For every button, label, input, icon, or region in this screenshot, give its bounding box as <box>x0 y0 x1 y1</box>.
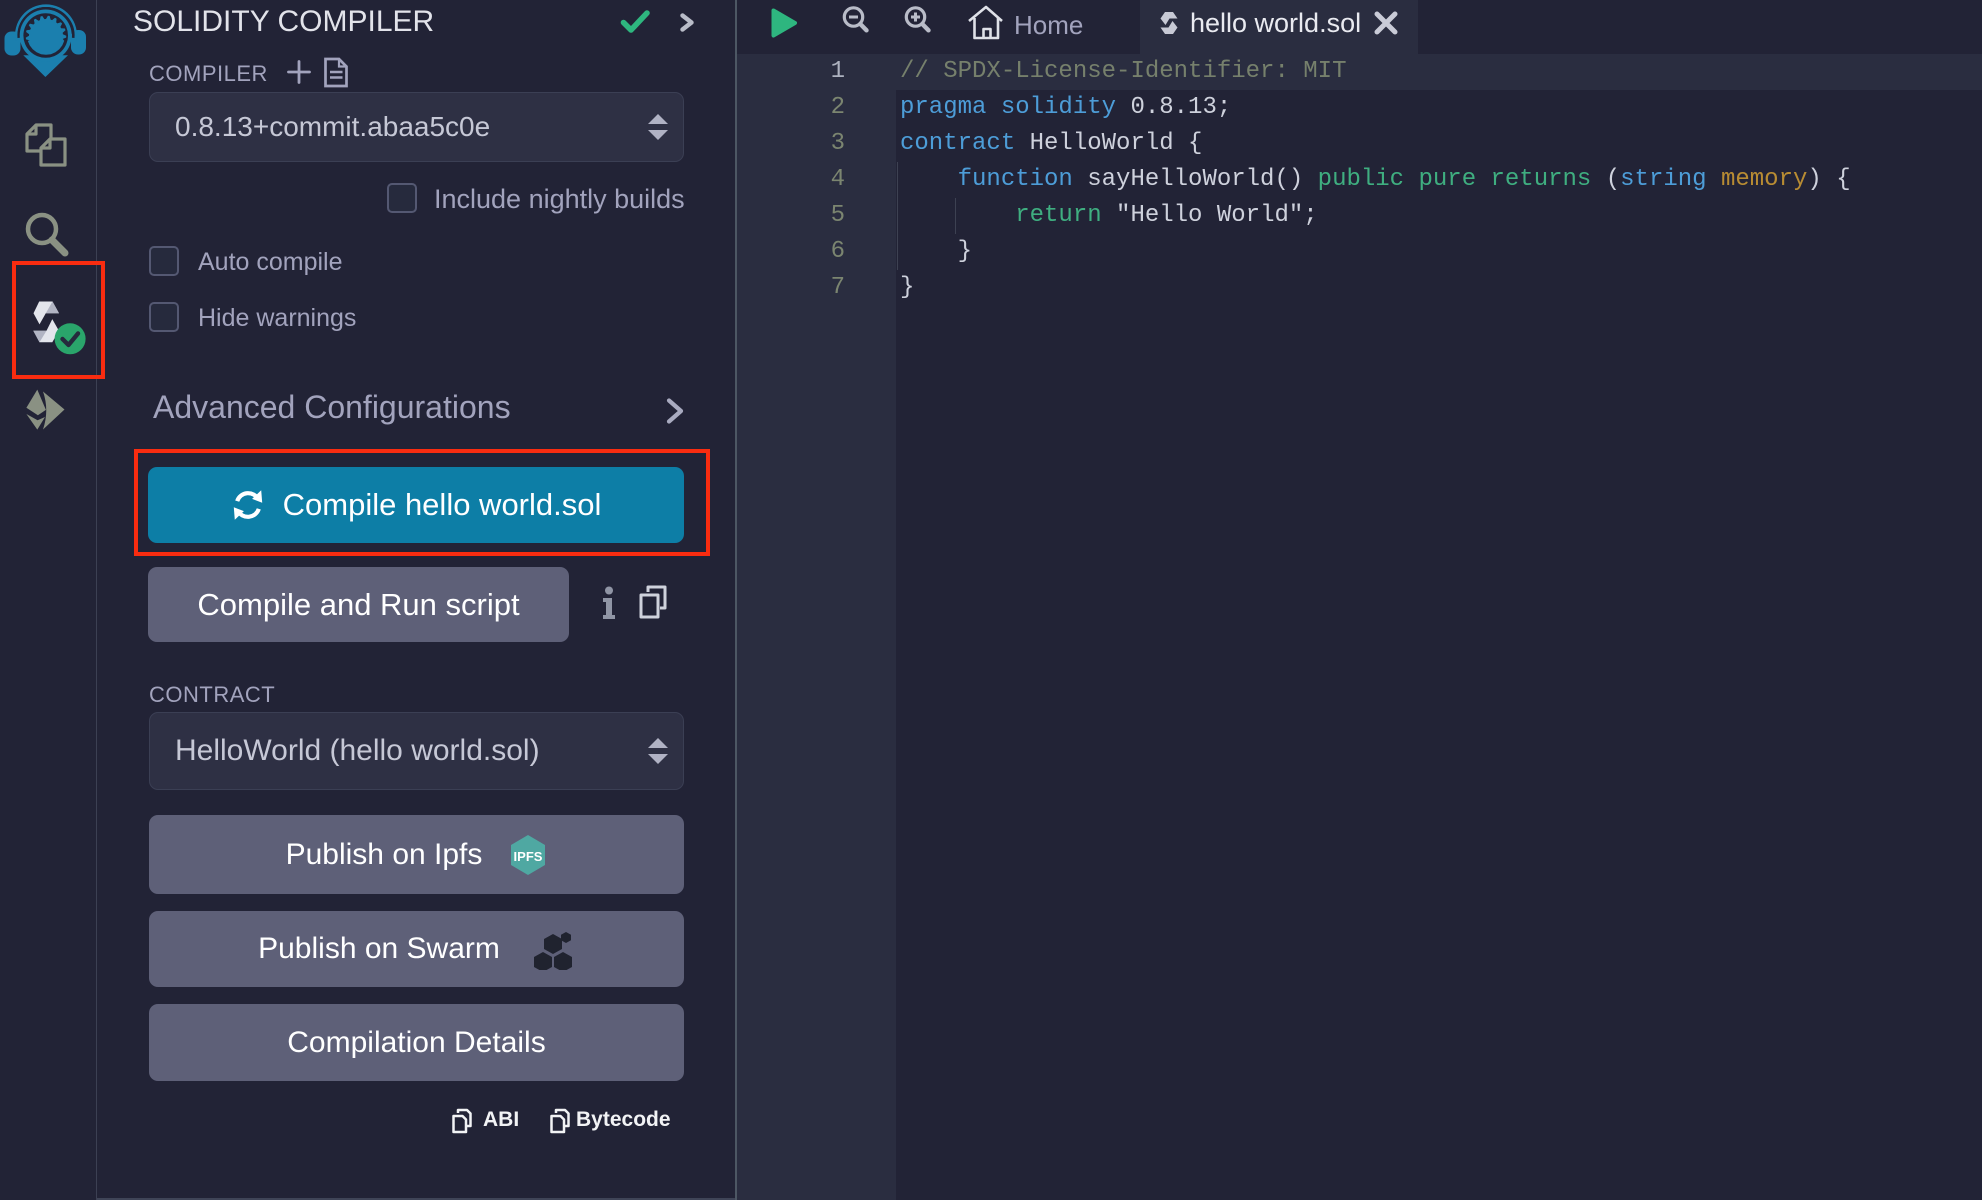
svg-text:IPFS: IPFS <box>514 849 543 864</box>
